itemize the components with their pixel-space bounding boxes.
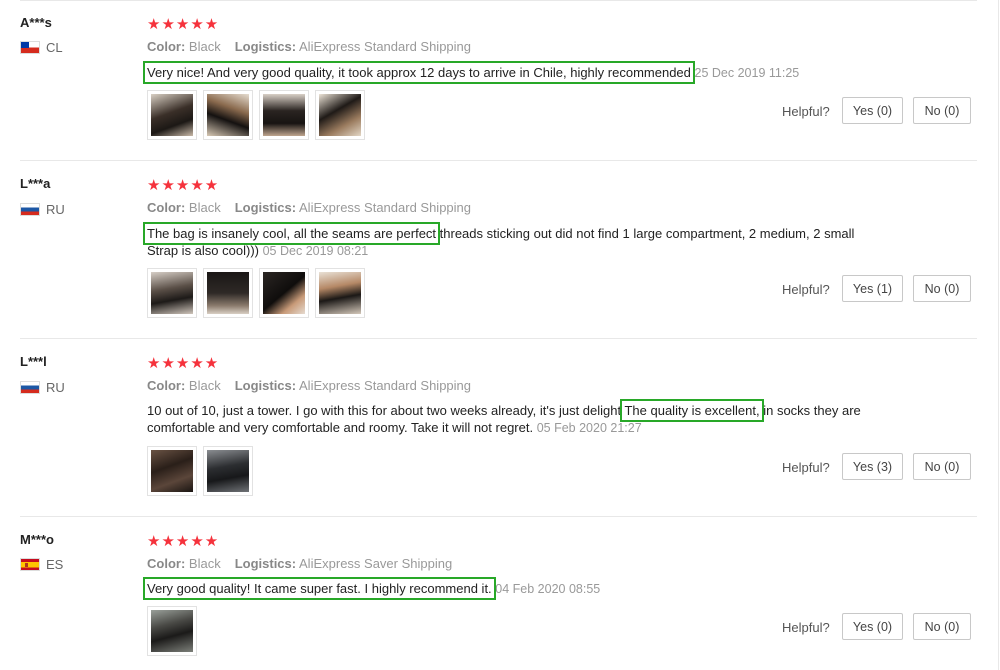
helpful-label: Helpful? [782,282,830,297]
review-text: Very good quality! It came super fast. I… [143,577,877,600]
color-value: Black [188,556,221,571]
country-code: ES [46,557,64,572]
review-date: 05 Dec 2019 08:21 [262,244,369,258]
reviewer-country: ES [20,557,63,572]
color-value: Black [188,378,221,393]
order-info: Color: Black Logistics: AliExpress Standa… [147,39,471,54]
color-value: Black [188,200,221,215]
reviewer-name: M***o [20,532,54,547]
reviewer-country: CL [20,40,63,55]
reviewer-country: RU [20,380,65,395]
logistics-label: Logistics: [234,378,297,393]
country-code: RU [46,202,65,217]
review-date: 25 Dec 2019 11:25 [694,66,800,80]
spain-flag-icon [20,558,40,571]
helpful-label: Helpful? [782,104,830,119]
order-info: Color: Black Logistics: AliExpress Standa… [147,200,471,215]
review-photo-thumbnail[interactable] [203,90,253,140]
helpful-no-button[interactable]: No (0) [913,275,971,302]
review-divider [20,516,977,517]
review-photo-thumbnail[interactable] [259,90,309,140]
reviewer-country: RU [20,202,65,217]
logistics-label: Logistics: [234,39,297,54]
star-rating: ★★★★★ [147,177,220,194]
review-text: Very nice! And very good quality, it too… [143,61,877,84]
helpful-yes-button[interactable]: Yes (0) [842,97,903,124]
photo-thumbnails [147,268,365,318]
helpful-yes-button[interactable]: Yes (1) [842,275,903,302]
star-rating: ★★★★★ [147,355,220,372]
highlighted-text: Very good quality! It came super fast. I… [143,577,496,600]
logistics-value: AliExpress Saver Shipping [299,556,453,571]
helpful-no-button[interactable]: No (0) [913,453,971,480]
review-photo-thumbnail[interactable] [147,446,197,496]
review-photo-thumbnail[interactable] [315,268,365,318]
review-date: 05 Feb 2020 21:27 [536,421,642,435]
review-photo-thumbnail[interactable] [147,268,197,318]
review-photo-thumbnail[interactable] [259,268,309,318]
logistics-label: Logistics: [234,556,297,571]
logistics-label: Logistics: [234,200,297,215]
helpful-yes-button[interactable]: Yes (3) [842,453,903,480]
helpful-no-button[interactable]: No (0) [913,97,971,124]
chile-flag-icon [20,41,40,54]
highlighted-text: Very nice! And very good quality, it too… [143,61,695,84]
review-divider [20,338,977,339]
helpful-no-button[interactable]: No (0) [913,613,971,640]
logistics-value: AliExpress Standard Shipping [299,378,472,393]
russia-flag-icon [20,381,40,394]
review-text: The bag is insanely cool, all the seams … [142,222,877,260]
star-rating: ★★★★★ [147,533,220,550]
review-date: 04 Feb 2020 08:55 [495,582,601,596]
photo-thumbnails [147,606,197,656]
country-code: CL [46,40,63,55]
helpful-label: Helpful? [782,620,830,635]
reviewer-name: L***a [20,176,51,191]
review-photo-thumbnail[interactable] [315,90,365,140]
right-border [998,0,999,670]
highlighted-text: The quality is excellent, [620,399,764,422]
logistics-value: AliExpress Standard Shipping [299,39,472,54]
helpful-yes-button[interactable]: Yes (0) [842,613,903,640]
review-photo-thumbnail[interactable] [147,606,197,656]
review-divider [20,160,977,161]
highlighted-text: The bag is insanely cool, all the seams … [142,222,441,245]
review-photo-thumbnail[interactable] [203,268,253,318]
order-info: Color: Black Logistics: AliExpress Standa… [147,378,471,393]
reviewer-name: A***s [20,15,52,30]
reviewer-name: L***l [20,354,47,369]
logistics-value: AliExpress Standard Shipping [299,200,472,215]
order-info: Color: Black Logistics: AliExpress Saver … [147,556,452,571]
color-label: Color: [147,556,186,571]
photo-thumbnails [147,90,365,140]
star-rating: ★★★★★ [147,16,220,33]
country-code: RU [46,380,65,395]
color-label: Color: [147,378,186,393]
photo-thumbnails [147,446,253,496]
review-text-before: 10 out of 10, just a tower. I go with th… [147,403,625,418]
helpful-label: Helpful? [782,460,830,475]
review-photo-thumbnail[interactable] [147,90,197,140]
color-value: Black [188,39,221,54]
russia-flag-icon [20,203,40,216]
top-divider [20,0,977,1]
color-label: Color: [147,200,186,215]
color-label: Color: [147,39,186,54]
review-photo-thumbnail[interactable] [203,446,253,496]
review-text: 10 out of 10, just a tower. I go with th… [147,399,877,437]
